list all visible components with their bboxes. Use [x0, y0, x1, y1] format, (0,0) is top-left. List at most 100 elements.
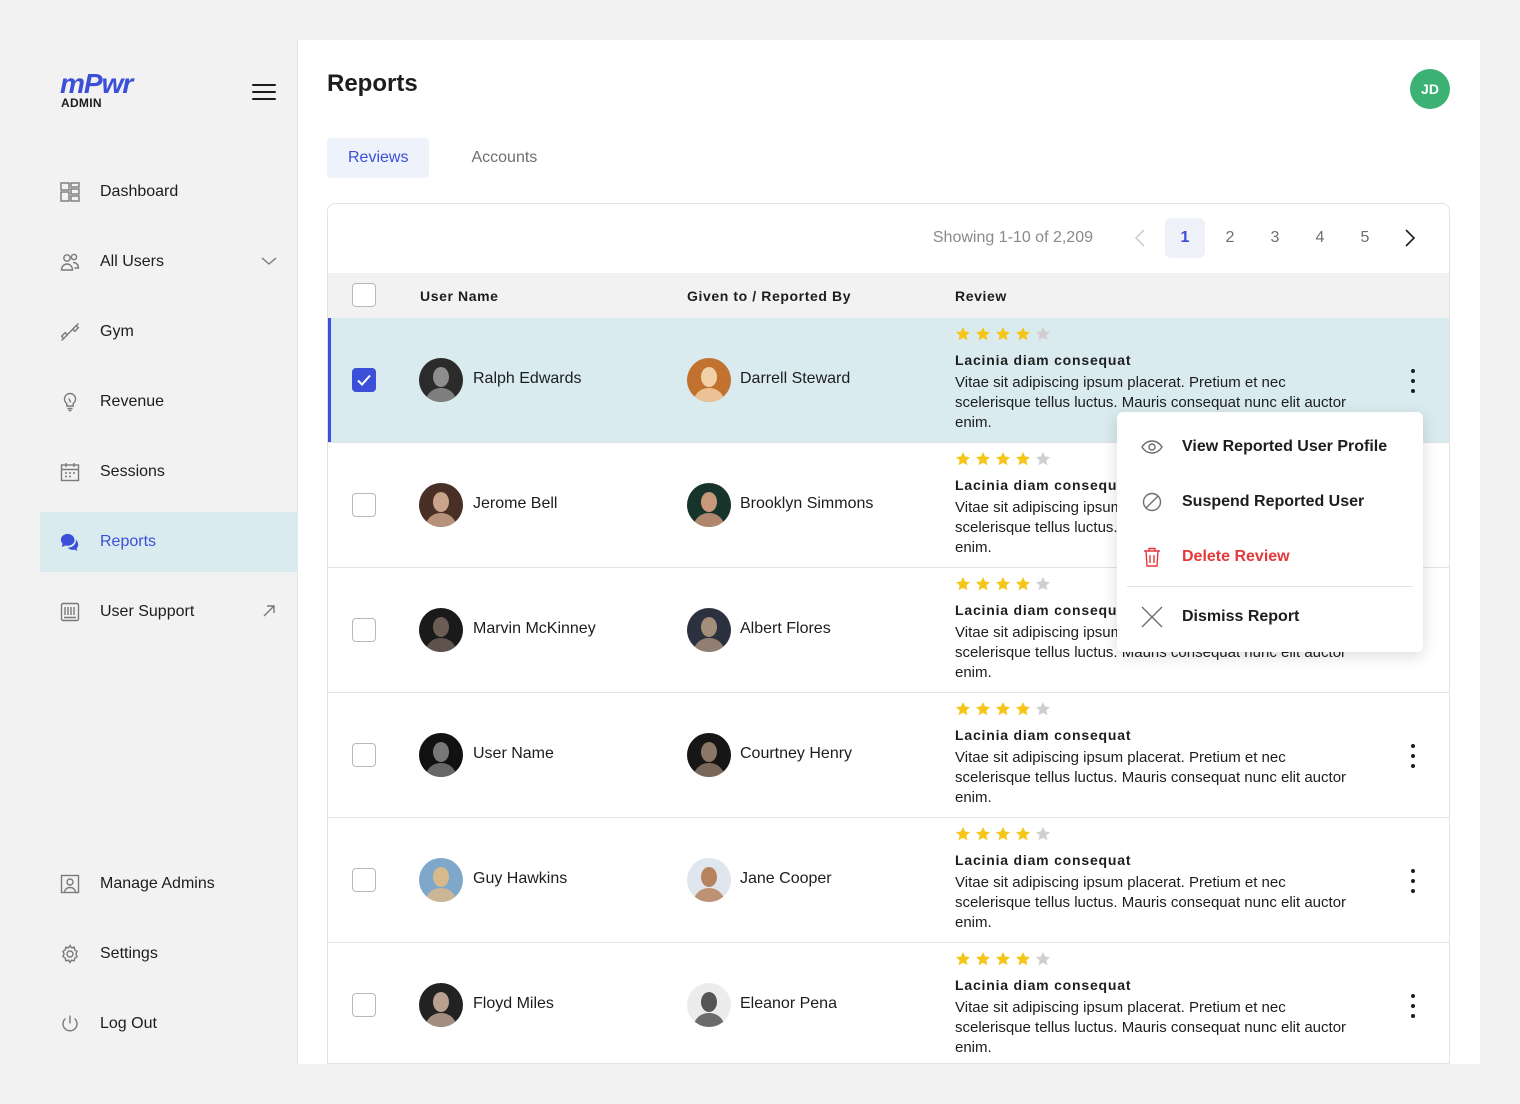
row-checkbox[interactable]	[352, 493, 376, 517]
given-to-name[interactable]: Darrell Steward	[740, 370, 850, 388]
row-checkbox[interactable]	[352, 368, 376, 392]
row-checkbox[interactable]	[352, 868, 376, 892]
avatar	[687, 983, 731, 1027]
sidebar-item-label: Log Out	[100, 1015, 157, 1032]
menu-item-label: Delete Review	[1182, 548, 1290, 565]
sidebar-item-user-support[interactable]: User Support	[40, 582, 298, 642]
brand-logo: mPwr ADMIN	[60, 68, 160, 112]
table-row[interactable]: Guy Hawkins Jane Cooper Lacinia diam conse…	[328, 818, 1449, 943]
star-icon	[955, 826, 971, 842]
prev-page-icon[interactable]	[1120, 218, 1160, 258]
sidebar-item-reports[interactable]: Reports	[40, 512, 298, 572]
avatar	[419, 483, 463, 527]
user-name[interactable]: User Name	[473, 745, 554, 763]
close-icon	[1141, 606, 1163, 628]
star-icon	[1035, 951, 1051, 967]
menu-item-suspend-user[interactable]: Suspend Reported User	[1117, 477, 1423, 527]
row-checkbox[interactable]	[352, 993, 376, 1017]
menu-item-view-profile[interactable]: View Reported User Profile	[1117, 422, 1423, 472]
app-window: mPwr ADMIN Dashboard All Users Gym Reven…	[40, 40, 1480, 1064]
users-icon	[60, 252, 80, 272]
sidebar-item-log-out[interactable]: Log Out	[40, 994, 298, 1054]
review-title: Lacinia diam consequat	[955, 977, 1132, 993]
ban-icon	[1141, 491, 1163, 513]
page-button-1[interactable]: 1	[1165, 218, 1205, 258]
given-to-name[interactable]: Jane Cooper	[740, 870, 832, 888]
sidebar-item-label: Manage Admins	[100, 875, 215, 892]
given-to-name[interactable]: Brooklyn Simmons	[740, 495, 873, 513]
avatar	[687, 733, 731, 777]
star-icon	[955, 701, 971, 717]
avatar	[687, 858, 731, 902]
page-button-3[interactable]: 3	[1255, 218, 1295, 258]
review-title: Lacinia diam consequat	[955, 727, 1132, 743]
column-header-given: Given to / Reported By	[687, 288, 852, 304]
tab-accounts[interactable]: Accounts	[450, 138, 558, 178]
menu-item-dismiss-report[interactable]: Dismiss Report	[1117, 592, 1423, 642]
table-row[interactable]: Floyd Miles Eleanor Pena Lacinia diam cons…	[328, 943, 1449, 1063]
star-icon	[995, 951, 1011, 967]
star-icon	[1015, 701, 1031, 717]
user-name[interactable]: Ralph Edwards	[473, 370, 582, 388]
select-all-checkbox[interactable]	[352, 283, 376, 307]
sidebar-item-all-users[interactable]: All Users	[40, 232, 298, 292]
star-icon	[995, 326, 1011, 342]
row-actions-kebab-icon[interactable]	[1402, 741, 1424, 771]
table-row[interactable]: User Name Courtney Henry Lacinia diam cons…	[328, 693, 1449, 818]
row-actions-kebab-icon[interactable]	[1402, 866, 1424, 896]
tab-reviews[interactable]: Reviews	[327, 138, 430, 178]
user-name[interactable]: Jerome Bell	[473, 495, 557, 513]
sidebar-item-dashboard[interactable]: Dashboard	[40, 162, 298, 222]
star-icon	[955, 326, 971, 342]
star-rating	[955, 576, 1055, 594]
next-page-icon[interactable]	[1390, 218, 1430, 258]
row-checkbox[interactable]	[352, 743, 376, 767]
star-icon	[1035, 826, 1051, 842]
sidebar-item-sessions[interactable]: Sessions	[40, 442, 298, 502]
star-icon	[975, 826, 991, 842]
avatar	[687, 358, 731, 402]
sidebar-item-label: All Users	[100, 253, 165, 270]
brand-sub: ADMIN	[61, 96, 102, 110]
star-rating	[955, 826, 1055, 844]
sidebar-item-revenue[interactable]: Revenue	[40, 372, 298, 432]
chat-icon	[60, 532, 80, 552]
admin-badge-icon	[60, 874, 80, 894]
avatar	[419, 983, 463, 1027]
sidebar-item-manage-admins[interactable]: Manage Admins	[40, 854, 298, 914]
page-title: Reports	[327, 70, 418, 97]
avatar	[419, 608, 463, 652]
chevron-down-icon[interactable]	[260, 252, 278, 270]
star-icon	[1015, 576, 1031, 592]
star-rating	[955, 701, 1055, 719]
review-body: Vitae sit adipiscing ipsum placerat. Pre…	[955, 999, 1347, 1056]
page-button-2[interactable]: 2	[1210, 218, 1250, 258]
avatar	[687, 483, 731, 527]
user-name[interactable]: Marvin McKinney	[473, 620, 596, 638]
row-checkbox[interactable]	[352, 618, 376, 642]
user-avatar[interactable]: JD	[1410, 69, 1450, 109]
menu-toggle-icon[interactable]	[252, 82, 278, 102]
pagination: Showing 1-10 of 2,209 1 2 3 4 5	[328, 218, 1449, 258]
given-to-name[interactable]: Eleanor Pena	[740, 995, 837, 1013]
star-icon	[975, 451, 991, 467]
external-arrow-icon[interactable]	[260, 602, 278, 620]
sidebar-item-gym[interactable]: Gym	[40, 302, 298, 362]
page-button-5[interactable]: 5	[1345, 218, 1385, 258]
page-button-4[interactable]: 4	[1300, 218, 1340, 258]
given-to-name[interactable]: Albert Flores	[740, 620, 831, 638]
gear-icon	[60, 944, 80, 964]
review-title: Lacinia diam consequat	[955, 852, 1132, 868]
user-name[interactable]: Floyd Miles	[473, 995, 554, 1013]
menu-item-delete-review[interactable]: Delete Review	[1117, 532, 1423, 582]
given-to-name[interactable]: Courtney Henry	[740, 745, 852, 763]
sidebar-item-settings[interactable]: Settings	[40, 924, 298, 984]
star-rating	[955, 451, 1055, 469]
user-name[interactable]: Guy Hawkins	[473, 870, 567, 888]
row-actions-kebab-icon[interactable]	[1402, 366, 1424, 396]
row-actions-kebab-icon[interactable]	[1402, 991, 1424, 1021]
star-icon	[995, 826, 1011, 842]
star-icon	[975, 576, 991, 592]
sidebar-item-label: Sessions	[100, 463, 165, 480]
review-body: Vitae sit adipiscing ipsum placerat. Pre…	[955, 749, 1347, 806]
